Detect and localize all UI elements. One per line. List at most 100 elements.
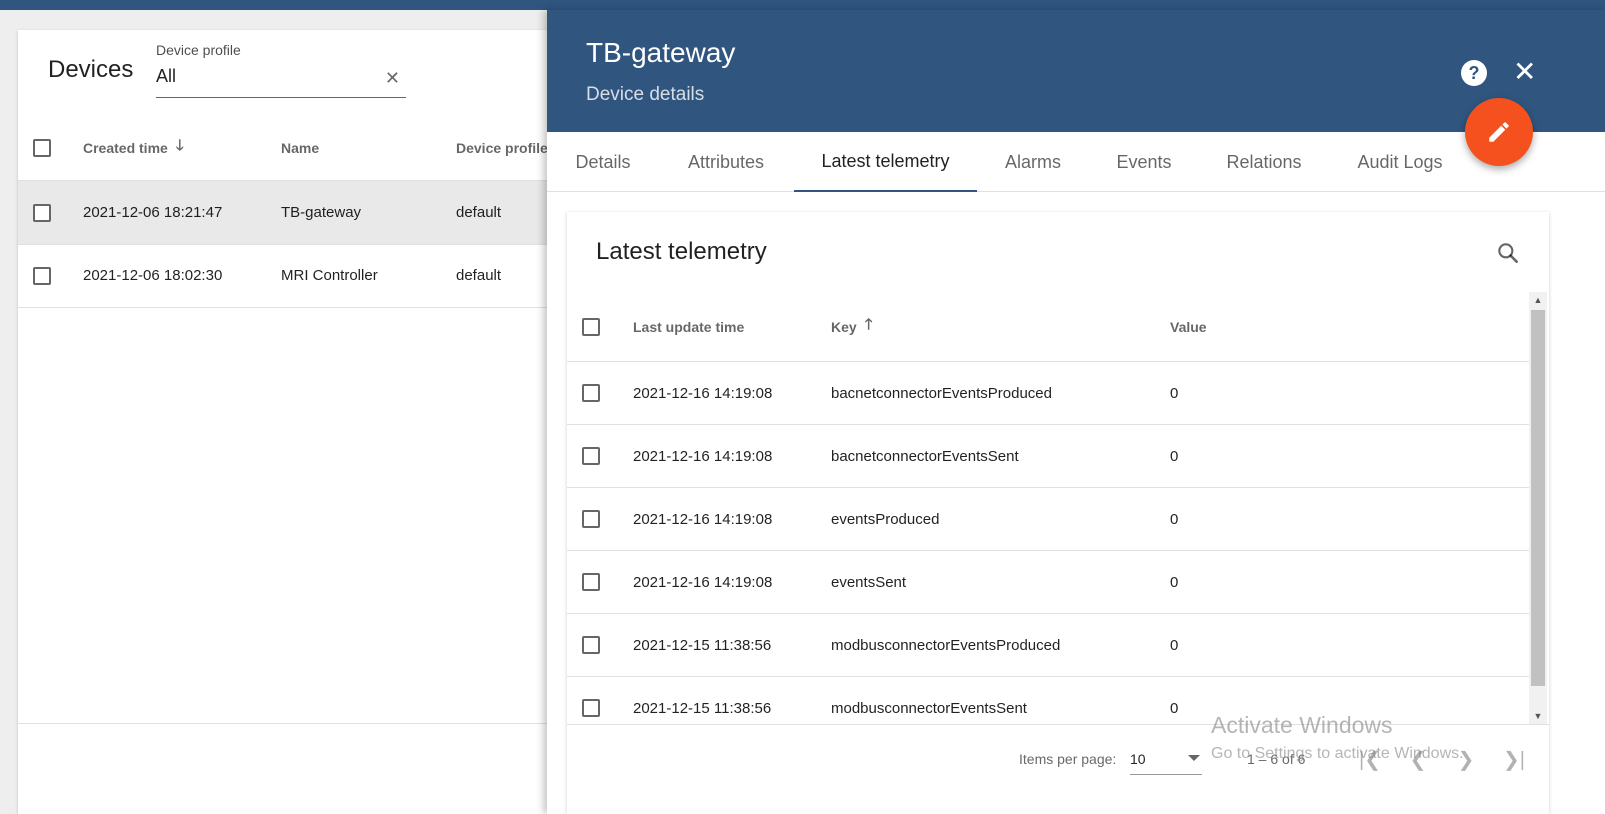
key-cell: eventsProduced — [831, 510, 940, 528]
last-page-icon[interactable]: ❯| — [1498, 743, 1530, 775]
scroll-up-arrow-icon[interactable]: ▲ — [1529, 292, 1547, 308]
row-checkbox[interactable] — [582, 510, 600, 528]
row-checkbox-cell — [582, 551, 600, 613]
select-all-checkbox[interactable] — [33, 138, 51, 157]
telemetry-scrollbar[interactable]: ▲ ▼ — [1529, 292, 1547, 724]
name-cell: TB-gateway — [281, 204, 362, 221]
value-cell: 0 — [1170, 699, 1179, 717]
last-update-time-header[interactable]: Last update time — [633, 292, 744, 361]
telemetry-card: Latest telemetry Last update time Key 🡑 V… — [567, 212, 1549, 814]
sort-desc-icon: 🡓 — [175, 137, 184, 154]
time-cell: 2021-12-16 14:19:08 — [633, 573, 773, 591]
device-profile-filter[interactable]: Device profile All ✕ — [156, 42, 406, 98]
row-checkbox[interactable] — [582, 384, 600, 402]
row-checkbox-cell — [582, 488, 600, 550]
table-row[interactable]: 2021-12-15 11:38:56 modbusconnectorEvent… — [567, 614, 1529, 677]
page-size-value: 10 — [1130, 750, 1146, 767]
name-header[interactable]: Name — [281, 115, 319, 180]
edit-button[interactable] — [1465, 98, 1533, 166]
table-row[interactable]: 2021-12-15 11:38:56 modbusconnectorEvent… — [567, 677, 1529, 724]
next-page-icon[interactable]: ❯ — [1450, 743, 1482, 775]
devices-panel: Devices Device profile All ✕ Created tim… — [18, 30, 558, 814]
first-page-icon[interactable]: |❮ — [1354, 743, 1386, 775]
top-bar — [0, 0, 1605, 10]
dropdown-arrow-icon — [1188, 755, 1200, 761]
scroll-down-arrow-icon[interactable]: ▼ — [1529, 708, 1547, 724]
row-checkbox-cell — [582, 614, 600, 676]
created-time-cell: 2021-12-06 18:02:30 — [83, 267, 223, 284]
tab-relations[interactable]: Relations — [1219, 132, 1309, 192]
name-cell: MRI Controller — [281, 267, 378, 284]
key-header-label: Key — [831, 318, 857, 335]
previous-page-icon[interactable]: ❮ — [1402, 743, 1434, 775]
time-cell: 2021-12-16 14:19:08 — [633, 510, 773, 528]
key-cell: modbusconnectorEventsProduced — [831, 636, 1061, 654]
scroll-thumb[interactable] — [1531, 310, 1545, 686]
key-cell: bacnetconnectorEventsSent — [831, 447, 1019, 465]
row-checkbox-cell — [33, 244, 51, 307]
sort-asc-icon: 🡑 — [864, 316, 873, 333]
time-cell: 2021-12-15 11:38:56 — [633, 699, 772, 717]
key-cell: eventsSent — [831, 573, 907, 591]
tab-audit-logs[interactable]: Audit Logs — [1350, 132, 1450, 192]
paginator: Items per page: 10 1 – 6 of 6 |❮ ❮ ❯ ❯| — [567, 724, 1549, 814]
select-all-checkbox-cell — [582, 292, 600, 361]
row-checkbox[interactable] — [582, 573, 600, 591]
devices-table-header: Created time 🡓 Name Device profile — [18, 115, 558, 181]
row-checkbox[interactable] — [33, 203, 51, 222]
telemetry-table-header: Last update time Key 🡑 Value — [567, 292, 1529, 362]
telemetry-title: Latest telemetry — [596, 238, 767, 265]
value-header[interactable]: Value — [1170, 292, 1207, 361]
select-all-checkbox[interactable] — [582, 317, 600, 336]
device-profile-label: Device profile — [156, 42, 241, 58]
row-checkbox-cell — [582, 362, 600, 424]
row-checkbox-cell — [33, 181, 51, 244]
tab-latest-telemetry[interactable]: Latest telemetry — [794, 132, 977, 192]
row-checkbox-cell — [582, 677, 600, 724]
table-row[interactable]: 2021-12-16 14:19:08 bacnetconnectorEvent… — [567, 425, 1529, 488]
tab-events[interactable]: Events — [1107, 132, 1181, 192]
details-tabs: Details Attributes Latest telemetry Alar… — [547, 132, 1605, 192]
created-time-header[interactable]: Created time 🡓 — [83, 115, 184, 180]
devices-title: Devices — [48, 56, 134, 83]
page-range-label: 1 – 6 of 6 — [1247, 751, 1306, 767]
search-icon[interactable] — [1495, 240, 1521, 271]
table-row[interactable]: 2021-12-06 18:21:47 TB-gateway default — [18, 181, 558, 245]
row-checkbox[interactable] — [582, 636, 600, 654]
devices-footer-divider — [18, 723, 558, 724]
tab-alarms[interactable]: Alarms — [995, 132, 1071, 192]
telemetry-table: Last update time Key 🡑 Value 2021-12-16 1… — [567, 292, 1529, 724]
key-cell: bacnetconnectorEventsProduced — [831, 384, 1052, 402]
row-checkbox[interactable] — [582, 447, 600, 465]
device-profile-header[interactable]: Device profile — [456, 115, 548, 180]
row-checkbox[interactable] — [582, 699, 600, 717]
table-row[interactable]: 2021-12-16 14:19:08 eventsSent 0 — [567, 551, 1529, 614]
time-cell: 2021-12-16 14:19:08 — [633, 384, 773, 402]
value-cell: 0 — [1170, 384, 1179, 402]
profile-cell: default — [456, 267, 502, 284]
close-icon[interactable]: ✕ — [1513, 56, 1536, 88]
clear-icon[interactable]: ✕ — [385, 68, 400, 89]
table-row[interactable]: 2021-12-16 14:19:08 eventsProduced 0 — [567, 488, 1529, 551]
table-row[interactable]: 2021-12-06 18:02:30 MRI Controller defau… — [18, 244, 558, 308]
details-header: TB-gateway Device details ? ✕ — [547, 10, 1605, 132]
created-time-header-label: Created time — [83, 139, 168, 156]
created-time-cell: 2021-12-06 18:21:47 — [83, 204, 223, 221]
time-cell: 2021-12-16 14:19:08 — [633, 447, 773, 465]
help-icon[interactable]: ? — [1461, 60, 1487, 86]
details-subtitle: Device details — [586, 84, 705, 105]
profile-cell: default — [456, 204, 502, 221]
tab-details[interactable]: Details — [561, 132, 645, 192]
details-title: TB-gateway — [586, 37, 736, 68]
value-cell: 0 — [1170, 510, 1179, 528]
value-cell: 0 — [1170, 573, 1179, 591]
row-checkbox[interactable] — [33, 266, 51, 285]
page-size-select[interactable]: 10 — [1130, 743, 1202, 775]
table-row[interactable]: 2021-12-16 14:19:08 bacnetconnectorEvent… — [567, 362, 1529, 425]
key-cell: modbusconnectorEventsSent — [831, 699, 1027, 717]
key-header[interactable]: Key 🡑 — [831, 292, 873, 361]
pencil-icon — [1489, 122, 1509, 142]
device-profile-value: All — [156, 66, 177, 86]
tab-attributes[interactable]: Attributes — [675, 132, 777, 192]
device-details-panel: TB-gateway Device details ? ✕ Details At… — [547, 10, 1605, 814]
